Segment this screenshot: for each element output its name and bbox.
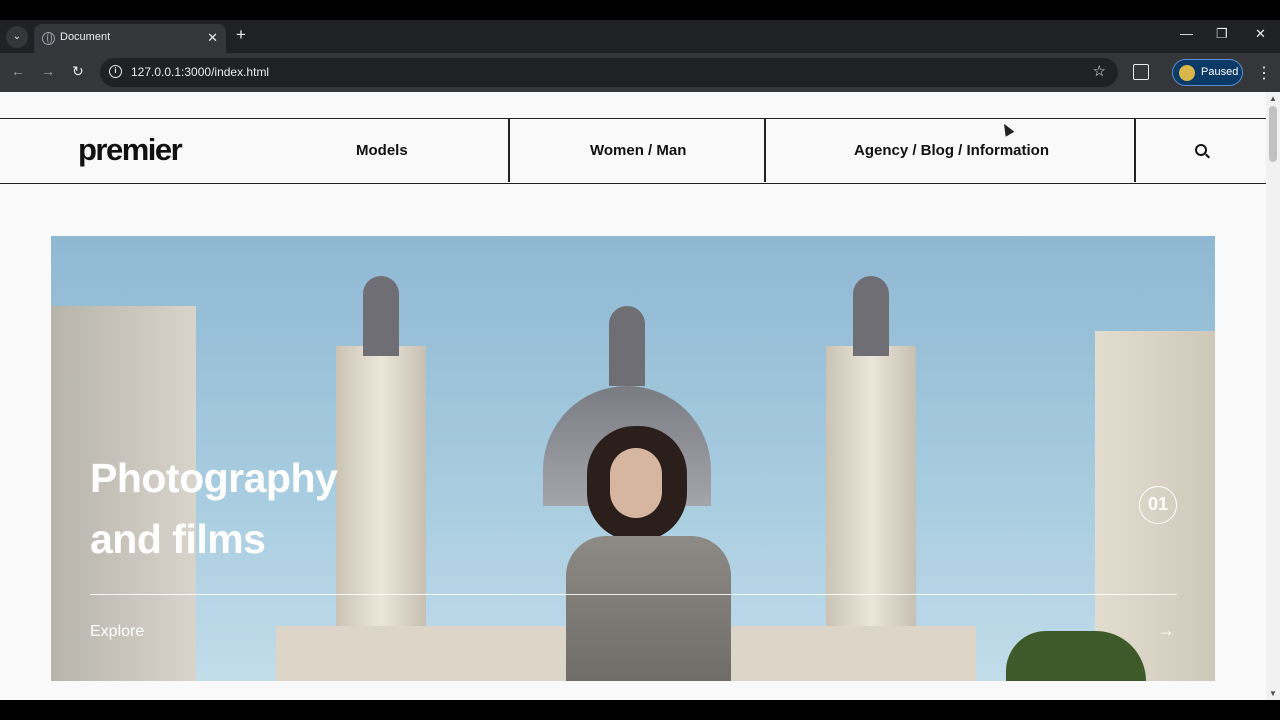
hero-title-line1: Photography (90, 455, 338, 501)
browser-toolbar: ← → ↻ i 127.0.0.1:3000/index.html ☆ (0, 53, 1280, 92)
scroll-up-icon[interactable]: ▲ (1269, 94, 1277, 103)
profile-status: Paused (1201, 66, 1239, 78)
hero-banner: Photography and films 01 Explore → (51, 236, 1215, 681)
browser-tab-bar: ⌄ Document ✕ + — ❐ ✕ (0, 20, 1280, 53)
tab-close-icon[interactable]: ✕ (207, 30, 218, 46)
nav-divider (508, 119, 510, 182)
profile-button[interactable]: Paused (1172, 59, 1243, 86)
browser-tab[interactable]: Document ✕ (34, 24, 226, 53)
hero-image-lantern (609, 306, 645, 386)
hero-title: Photography and films (90, 448, 338, 570)
site-info-icon[interactable]: i (109, 65, 122, 78)
window-close-button[interactable]: ✕ (1255, 26, 1266, 42)
new-tab-button[interactable]: + (236, 25, 246, 45)
hero-title-line2: and films (90, 516, 266, 562)
bookmark-star-icon[interactable]: ☆ (1093, 62, 1106, 80)
restore-button[interactable]: ❐ (1216, 26, 1228, 42)
site-header: premier Models Women / Man Agency / Blog… (0, 118, 1266, 184)
globe-icon (42, 32, 55, 45)
avatar (1179, 65, 1195, 81)
page-scrollbar[interactable]: ▲ ▼ (1266, 92, 1280, 700)
extensions-icon[interactable] (1133, 64, 1149, 80)
hero-image-model-face (610, 448, 662, 518)
slide-number-badge: 01 (1139, 486, 1177, 524)
back-button[interactable]: ← (11, 63, 25, 79)
screen-border-bottom (0, 700, 1280, 720)
hero-image-spire-left (363, 276, 399, 356)
nav-divider (764, 119, 766, 182)
scrollbar-thumb[interactable] (1269, 106, 1277, 162)
nav-models[interactable]: Models (356, 142, 408, 159)
hero-divider (90, 594, 1177, 595)
minimize-button[interactable]: — (1180, 26, 1193, 41)
screen-border-top (0, 0, 1280, 20)
site-logo[interactable]: premier (78, 132, 183, 168)
arrow-right-icon[interactable]: → (1157, 620, 1175, 641)
tab-list-button[interactable]: ⌄ (6, 26, 28, 48)
url-text[interactable]: 127.0.0.1:3000/index.html (131, 65, 269, 79)
hero-image-spire-right (853, 276, 889, 356)
explore-link[interactable]: Explore (90, 623, 144, 641)
reload-button[interactable]: ↻ (72, 63, 84, 80)
address-bar[interactable]: i 127.0.0.1:3000/index.html ☆ (100, 58, 1118, 87)
nav-agency-blog-information[interactable]: Agency / Blog / Information (854, 142, 1049, 159)
page-viewport: premier Models Women / Man Agency / Blog… (0, 92, 1266, 700)
search-icon[interactable] (1195, 144, 1207, 156)
browser-menu-icon[interactable]: ⋮ (1256, 63, 1272, 83)
tab-title: Document (60, 31, 111, 43)
hero-image-model-coat (566, 536, 731, 681)
scroll-down-icon[interactable]: ▼ (1269, 689, 1277, 698)
forward-button[interactable]: → (41, 63, 55, 79)
nav-divider (1134, 119, 1136, 182)
nav-women-man[interactable]: Women / Man (590, 142, 686, 159)
